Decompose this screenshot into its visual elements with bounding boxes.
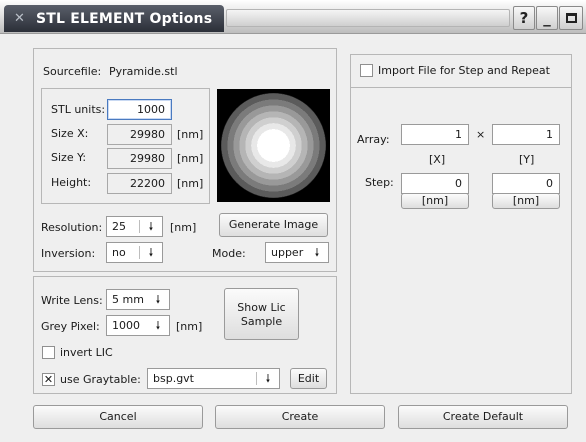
- show-lic-line2: Sample: [240, 315, 283, 328]
- title-tab: ✕ STL ELEMENT Options: [4, 5, 224, 32]
- y-axis-label: [Y]: [519, 153, 535, 166]
- show-lic-line1: Show Lic: [237, 301, 286, 314]
- resolution-value: 25: [112, 220, 126, 233]
- size-x-label: Size X:: [51, 127, 89, 140]
- down-arrow-icon: 🠗: [155, 293, 161, 306]
- combo-separator: [139, 246, 140, 259]
- sourcefile-value: Pyramide.stl: [109, 65, 178, 78]
- times-symbol: ×: [476, 128, 486, 141]
- sourcefile-label: Sourcefile:: [43, 65, 102, 78]
- maximize-button[interactable]: [559, 6, 583, 30]
- use-graytable-label: use Graytable:: [60, 373, 141, 386]
- combo-separator: [139, 220, 140, 233]
- window-title: STL ELEMENT Options: [36, 11, 213, 27]
- create-default-button[interactable]: Create Default: [398, 405, 568, 429]
- down-arrow-icon: 🠗: [314, 246, 320, 259]
- resolution-label: Resolution:: [41, 221, 103, 234]
- down-arrow-icon: 🠗: [148, 246, 154, 259]
- show-lic-sample-button[interactable]: Show Lic Sample: [224, 288, 299, 340]
- down-arrow-icon: 🠗: [265, 372, 271, 385]
- use-graytable-checkbox[interactable]: ✕: [42, 373, 55, 386]
- size-x-value: 29980: [107, 124, 172, 145]
- height-label: Height:: [51, 176, 92, 189]
- minimize-button[interactable]: _: [536, 6, 558, 30]
- write-lens-value: 5 mm: [112, 293, 144, 306]
- preview-disk: [221, 93, 326, 198]
- array-y-input[interactable]: 1: [492, 124, 560, 145]
- grey-pixel-select[interactable]: 1000 🠗: [106, 315, 170, 336]
- size-y-unit: [nm]: [177, 152, 204, 165]
- invert-lic-label: invert LIC: [60, 346, 113, 359]
- height-unit: [nm]: [177, 177, 204, 190]
- write-lens-label: Write Lens:: [41, 294, 103, 307]
- inversion-select[interactable]: no 🠗: [106, 242, 163, 263]
- down-arrow-icon: 🠗: [148, 220, 154, 233]
- step-label: Step:: [365, 176, 394, 189]
- step-y-unit-button[interactable]: [nm]: [492, 193, 560, 209]
- resolution-unit: [nm]: [170, 221, 197, 234]
- step-x-unit-button[interactable]: [nm]: [401, 193, 469, 209]
- step-repeat-panel: Import File for Step and Repeat Array: 1…: [350, 54, 572, 394]
- maximize-icon: [565, 13, 577, 23]
- step-y-input[interactable]: 0: [492, 173, 560, 194]
- generate-image-button[interactable]: Generate Image: [219, 213, 328, 237]
- array-label: Array:: [357, 133, 390, 146]
- grey-pixel-unit: [nm]: [176, 320, 203, 333]
- title-bar-fill: [226, 9, 510, 27]
- grey-pixel-label: Grey Pixel:: [41, 320, 100, 333]
- inversion-value: no: [112, 246, 126, 259]
- size-x-unit: [nm]: [177, 128, 204, 141]
- size-y-label: Size Y:: [51, 151, 87, 164]
- write-lens-select[interactable]: 5 mm 🠗: [106, 289, 170, 310]
- inversion-label: Inversion:: [41, 247, 96, 260]
- mode-value: upper: [271, 246, 304, 259]
- size-y-value: 29980: [107, 148, 172, 169]
- edit-graytable-button[interactable]: Edit: [290, 368, 327, 389]
- import-file-checkbox[interactable]: [360, 64, 373, 77]
- stl-options-window: ✕ STL ELEMENT Options ? _ X Sourcefile: …: [0, 0, 586, 442]
- x-axis-label: [X]: [429, 153, 446, 166]
- help-button[interactable]: ?: [513, 6, 535, 30]
- title-bar[interactable]: ✕ STL ELEMENT Options ? _: [0, 0, 586, 34]
- array-x-input[interactable]: 1: [401, 124, 469, 145]
- invert-lic-checkbox[interactable]: [42, 346, 55, 359]
- lens-panel: Write Lens: 5 mm 🠗 Show Lic Sample Grey …: [33, 276, 337, 394]
- create-button[interactable]: Create: [215, 405, 385, 429]
- step-x-input[interactable]: 0: [401, 173, 469, 194]
- stl-units-label: STL units:: [51, 103, 106, 116]
- divider: [351, 87, 571, 88]
- resolution-select[interactable]: 25 🠗: [106, 216, 163, 237]
- stl-preview-image: [217, 89, 330, 202]
- mode-label: Mode:: [212, 247, 246, 260]
- stl-dimensions-box: STL units: 1000 Size X: 29980 [nm] Size …: [41, 88, 210, 204]
- mode-select[interactable]: upper 🠗: [265, 242, 329, 263]
- graytable-value: bsp.gvt: [153, 372, 194, 385]
- down-arrow-icon: 🠗: [155, 319, 161, 332]
- stl-icon: ✕: [14, 11, 25, 26]
- graytable-select[interactable]: bsp.gvt 🠗: [147, 368, 280, 389]
- cancel-button[interactable]: Cancel: [33, 405, 203, 429]
- height-value: 22200: [107, 173, 172, 194]
- combo-separator: [256, 372, 257, 385]
- stl-units-input[interactable]: 1000: [107, 99, 172, 120]
- import-file-label: Import File for Step and Repeat: [378, 64, 550, 77]
- grey-pixel-value: 1000: [112, 319, 140, 332]
